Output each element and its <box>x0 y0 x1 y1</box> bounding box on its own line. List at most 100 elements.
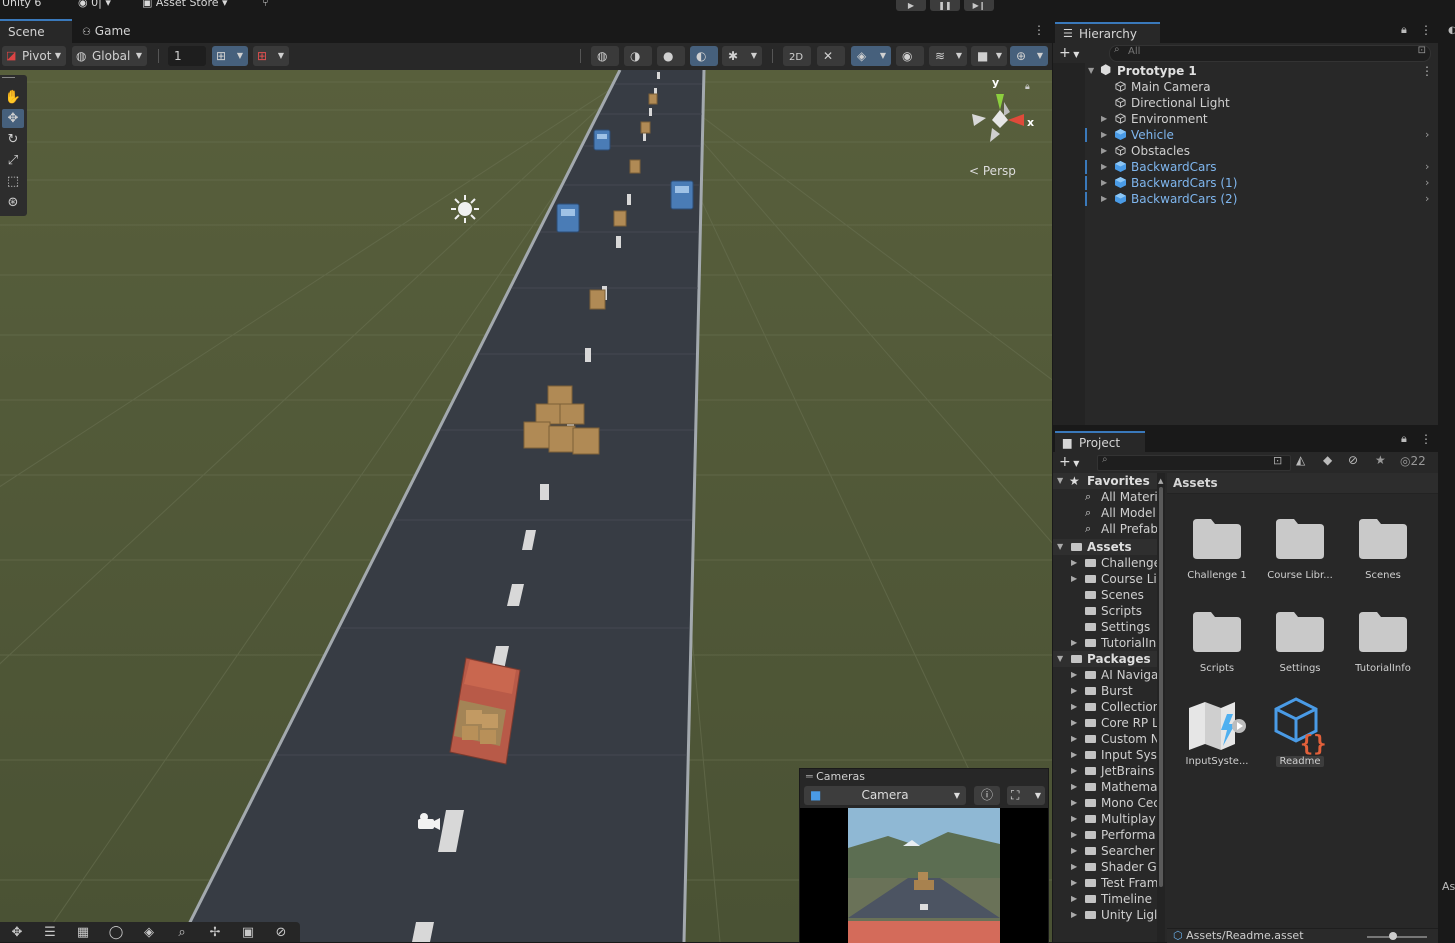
search-options-icon[interactable]: ⊡ <box>1418 45 1426 56</box>
lock-icon[interactable]: 🔒︎ <box>1025 82 1030 92</box>
expand-arrow-icon[interactable]: ▶ <box>1071 843 1077 859</box>
inspector-tab-edge[interactable]: ◐ <box>1448 25 1455 36</box>
breadcrumb-assets[interactable]: Assets <box>1173 476 1218 490</box>
expand-arrow-icon[interactable]: ▶ <box>1071 763 1077 779</box>
tree-item[interactable]: ⌕ All Materi <box>1053 489 1157 505</box>
expand-arrow-icon[interactable]: ▶ <box>1071 731 1077 747</box>
asset-store-button[interactable]: ▣ Asset Store ▾ <box>142 0 228 9</box>
asset-folder[interactable]: Course Libr... <box>1260 512 1340 581</box>
tree-item[interactable]: ▶ JetBrains <box>1053 763 1157 779</box>
tree-scrollbar[interactable]: ▲ <box>1157 473 1165 942</box>
pause-button[interactable]: ❚❚ <box>930 0 960 11</box>
shaded-wireframe-button[interactable]: ◑ <box>624 46 652 66</box>
chevron-right-icon[interactable]: › <box>1425 159 1429 175</box>
version-control-icon[interactable]: ⑂ <box>262 0 269 9</box>
expand-arrow-icon[interactable]: ▶ <box>1101 143 1107 159</box>
tree-item[interactable]: ⌕ All Prefab <box>1053 521 1157 537</box>
expand-arrow-icon[interactable]: ▶ <box>1071 715 1077 731</box>
chevron-right-icon[interactable]: › <box>1425 191 1429 207</box>
lit-shading-button[interactable]: ◐ <box>690 46 718 66</box>
effects-toggle-button[interactable]: ◈ ▼ <box>851 46 891 66</box>
hierarchy-item[interactable]: Directional Light <box>1053 95 1438 111</box>
hierarchy-item[interactable]: Main Camera <box>1053 79 1438 95</box>
panel-menu-icon[interactable]: ⋮ <box>1420 23 1432 37</box>
expand-arrow-icon[interactable]: ▶ <box>1071 571 1077 587</box>
hierarchy-item[interactable]: ▶ BackwardCars (1) › <box>1053 175 1438 191</box>
favorite-star-icon[interactable]: ★ <box>1375 453 1386 467</box>
icon-size-slider-thumb[interactable] <box>1389 932 1397 940</box>
expand-arrow-icon[interactable]: ▶ <box>1071 747 1077 763</box>
asset-input-actions[interactable]: InputSyste... <box>1177 698 1257 767</box>
expand-arrow-icon[interactable]: ▶ <box>1071 875 1077 891</box>
hierarchy-item[interactable]: ▶ BackwardCars › <box>1053 159 1438 175</box>
tree-section-header[interactable]: ▼ ★ Favorites <box>1053 473 1157 489</box>
filter-by-type-icon[interactable]: ◭ <box>1296 453 1305 467</box>
tree-item[interactable]: ▶ TutorialIn <box>1053 635 1157 651</box>
chevron-right-icon[interactable]: › <box>1425 127 1429 143</box>
tree-section-header[interactable]: ▼ Packages <box>1053 651 1157 667</box>
tree-item[interactable]: ▶ Searcher <box>1053 843 1157 859</box>
expand-arrow-icon[interactable]: ▶ <box>1071 859 1077 875</box>
expand-arrow-icon[interactable]: ▶ <box>1071 795 1077 811</box>
tab-game[interactable]: ⚇ Game <box>74 19 152 43</box>
hierarchy-item[interactable]: ▶ Environment <box>1053 111 1438 127</box>
search-by-type-icon[interactable]: ⊡ <box>1273 454 1282 467</box>
orientation-gizmo[interactable]: y x 🔒︎ < Persp <box>964 76 1044 186</box>
tree-scrollbar-thumb[interactable] <box>1159 487 1163 887</box>
tree-item[interactable]: ▶ Mono Cec <box>1053 795 1157 811</box>
tree-item[interactable]: ⌕ All Model <box>1053 505 1157 521</box>
expand-arrow-icon[interactable]: ▶ <box>1101 175 1107 191</box>
grid-icon[interactable]: ▦ <box>70 924 96 942</box>
camera-view-mode-button[interactable]: ⛶ ▼ <box>1007 786 1045 805</box>
expand-arrow-icon[interactable]: ▶ <box>1071 683 1077 699</box>
tab-hierarchy[interactable]: ☰ Hierarchy <box>1055 22 1160 43</box>
move-icon[interactable]: ✥ <box>4 924 30 942</box>
asset-folder[interactable]: Settings <box>1260 605 1340 674</box>
lighting-toggle-button[interactable]: ✕ <box>817 46 845 66</box>
expand-arrow-icon[interactable]: ▼ <box>1057 539 1063 555</box>
expand-arrow-icon[interactable]: ▶ <box>1071 555 1077 571</box>
tree-item[interactable]: ▶ Burst <box>1053 683 1157 699</box>
tree-item[interactable]: ▶ Timeline <box>1053 891 1157 907</box>
scene-menu-icon[interactable]: ⋮ <box>1421 63 1433 79</box>
filter-by-label-icon[interactable]: ◆ <box>1323 453 1332 467</box>
expand-arrow-icon[interactable]: ▼ <box>1057 473 1063 489</box>
create-dropdown[interactable]: + ▼ <box>1059 43 1091 63</box>
render-layers-button[interactable]: ≋ ▼ <box>929 46 967 66</box>
rect-tool-icon[interactable]: ⬚ <box>2 172 24 191</box>
pivot-dropdown[interactable]: ◪ Pivot ▼ <box>2 46 66 66</box>
expand-arrow-icon[interactable]: ▶ <box>1071 779 1077 795</box>
step-button[interactable]: ▶❙ <box>964 0 994 11</box>
tree-item[interactable]: Scenes <box>1053 587 1157 603</box>
tree-item[interactable]: ▶ Performa <box>1053 827 1157 843</box>
unlit-shading-button[interactable]: ● <box>657 46 685 66</box>
scroll-up-icon[interactable]: ▲ <box>1158 477 1164 485</box>
expand-arrow-icon[interactable]: ▶ <box>1101 159 1107 175</box>
camera-settings-button[interactable]: ■ ▼ <box>971 46 1007 66</box>
tree-item[interactable]: ▶ Collection <box>1053 699 1157 715</box>
lock-icon[interactable]: 🔒︎ <box>1401 432 1407 446</box>
tree-item[interactable]: ▶ Multiplay <box>1053 811 1157 827</box>
expand-arrow-icon[interactable]: ▼ <box>1088 63 1094 79</box>
tree-section-header[interactable]: ▼ Assets <box>1053 539 1157 555</box>
tree-item[interactable]: ▶ Shader G <box>1053 859 1157 875</box>
expand-arrow-icon[interactable]: ▶ <box>1071 699 1077 715</box>
hierarchy-item[interactable]: ▶ Vehicle › <box>1053 127 1438 143</box>
asset-readme[interactable]: {} Readme <box>1260 697 1340 767</box>
scene-options-icon[interactable]: ⋮ <box>1033 23 1045 37</box>
inspector-edge-label[interactable]: As <box>1442 880 1455 893</box>
scene-visibility-button[interactable]: ◉ <box>896 46 924 66</box>
compass-icon[interactable]: ⊘ <box>268 924 294 942</box>
expand-arrow-icon[interactable]: ▶ <box>1071 811 1077 827</box>
layers-icon[interactable]: ◈ <box>136 924 162 942</box>
sliders-icon[interactable]: ☰ <box>37 924 63 942</box>
lock-icon[interactable]: 🔒︎ <box>1401 23 1407 37</box>
camera-select[interactable]: ■ Camera ▼ <box>804 786 966 805</box>
navigation-icon[interactable]: ✢ <box>202 924 228 942</box>
create-dropdown[interactable]: + ▼ <box>1059 452 1091 472</box>
move-tool-icon[interactable]: ✥ <box>2 109 24 128</box>
camera-info-button[interactable]: ⓘ <box>974 786 1000 805</box>
overlay-grip[interactable] <box>2 77 15 78</box>
camera-overlay-icon[interactable]: ▣ <box>235 924 261 942</box>
asset-folder[interactable]: Scripts <box>1177 605 1257 674</box>
